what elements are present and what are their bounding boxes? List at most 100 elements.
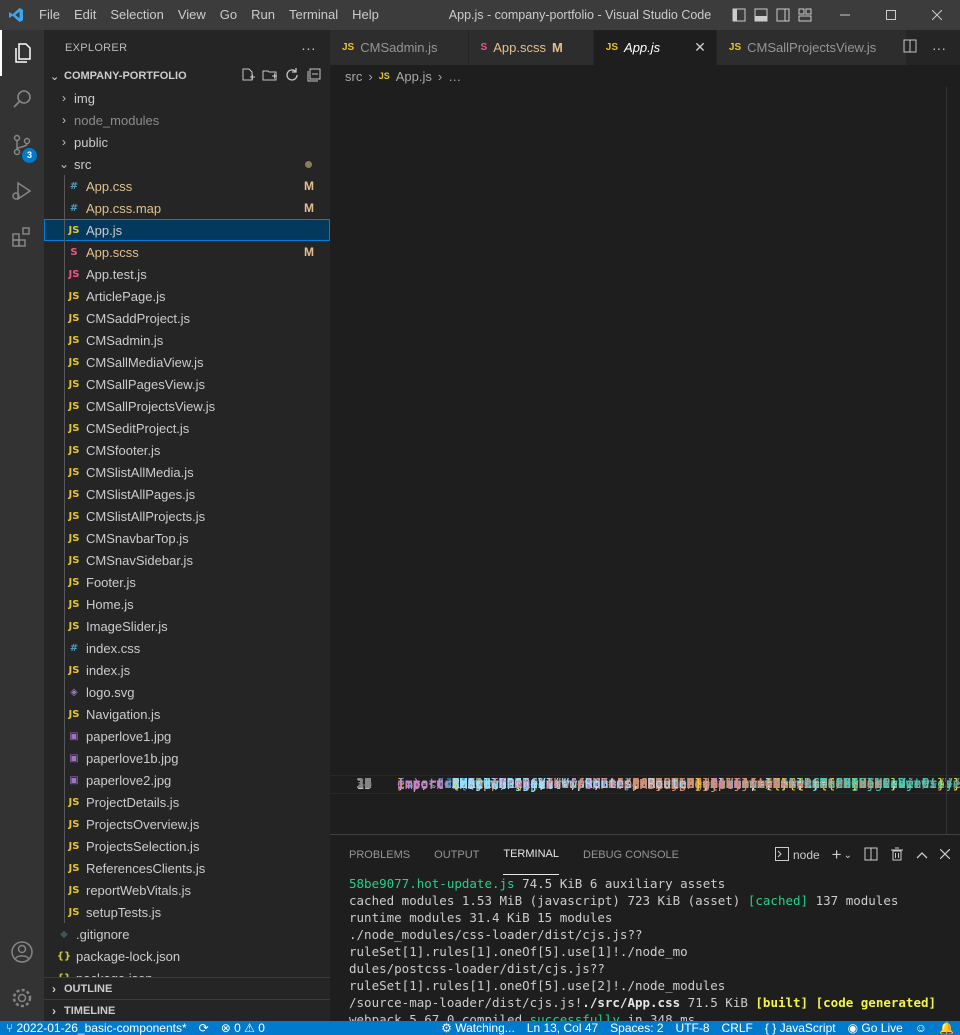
panel-tab-problems[interactable]: PROBLEMS xyxy=(349,835,410,875)
close-window-icon[interactable] xyxy=(914,0,960,30)
breadcrumb-more[interactable]: … xyxy=(448,69,461,84)
file-item[interactable]: JS CMSlistAllProjects.js xyxy=(44,505,330,527)
file-item[interactable]: JS CMSeditProject.js xyxy=(44,417,330,439)
file-item[interactable]: JS CMSallProjectsView.js xyxy=(44,395,330,417)
go-live-button[interactable]: ◉ Go Live xyxy=(842,1021,909,1035)
search-icon[interactable] xyxy=(0,76,44,122)
folder-item[interactable]: › node_modules xyxy=(44,109,330,131)
folder-item[interactable]: › img xyxy=(44,87,330,109)
file-item[interactable]: JS App.test.js xyxy=(44,263,330,285)
menu-item-edit[interactable]: Edit xyxy=(67,0,103,30)
file-item[interactable]: # index.css xyxy=(44,637,330,659)
tab-app-js[interactable]: JS App.js ✕ xyxy=(593,30,717,65)
file-item[interactable]: JS CMSlistAllPages.js xyxy=(44,483,330,505)
file-item[interactable]: # App.css.map M xyxy=(44,197,330,219)
file-item[interactable]: JS Navigation.js xyxy=(44,703,330,725)
line-ending[interactable]: CRLF xyxy=(716,1021,759,1035)
file-item[interactable]: ◈ logo.svg xyxy=(44,681,330,703)
breadcrumb-folder[interactable]: src xyxy=(345,69,362,84)
folder-item[interactable]: › public xyxy=(44,131,330,153)
menu-item-view[interactable]: View xyxy=(171,0,213,30)
close-panel-icon[interactable] xyxy=(939,848,951,862)
panel-tab-debug-console[interactable]: DEBUG CONSOLE xyxy=(583,835,679,875)
extensions-icon[interactable] xyxy=(0,214,44,260)
trash-icon[interactable] xyxy=(890,847,904,864)
terminal-output[interactable]: 58be9077.hot-update.js 74.5 KiB 6 auxili… xyxy=(330,875,960,1035)
folder-item[interactable]: ⌄ src xyxy=(44,153,330,175)
new-terminal-icon[interactable]: + xyxy=(832,845,842,865)
file-item[interactable]: JS Footer.js xyxy=(44,571,330,593)
accounts-icon[interactable] xyxy=(0,929,44,975)
outline-section[interactable]: › OUTLINE xyxy=(44,977,330,999)
editor-scrollbar[interactable] xyxy=(946,87,960,834)
watching-status[interactable]: ⚙ Watching... xyxy=(435,1021,521,1035)
menu-item-terminal[interactable]: Terminal xyxy=(282,0,345,30)
file-item[interactable]: JS CMSallPagesView.js xyxy=(44,373,330,395)
toggle-sidebar-icon[interactable] xyxy=(728,0,750,30)
file-item[interactable]: JS ProjectDetails.js xyxy=(44,791,330,813)
file-item[interactable]: JS ArticlePage.js xyxy=(44,285,330,307)
panel-tab-terminal[interactable]: TERMINAL xyxy=(503,835,559,875)
split-editor-icon[interactable] xyxy=(902,38,918,57)
file-item[interactable]: # App.css M xyxy=(44,175,330,197)
file-item[interactable]: {} package-lock.json xyxy=(44,945,330,967)
refresh-icon[interactable] xyxy=(284,67,300,86)
menu-item-file[interactable]: File xyxy=(32,0,67,30)
file-item[interactable]: JS Home.js xyxy=(44,593,330,615)
cursor-position[interactable]: Ln 13, Col 47 xyxy=(521,1021,604,1035)
file-item[interactable]: JS ReferencesClients.js xyxy=(44,857,330,879)
run-debug-icon[interactable] xyxy=(0,168,44,214)
minimize-icon[interactable] xyxy=(822,0,868,30)
project-header[interactable]: ⌄ COMPANY-PORTFOLIO xyxy=(44,65,330,87)
file-item[interactable]: JS ProjectsSelection.js xyxy=(44,835,330,857)
timeline-section[interactable]: › TIMELINE xyxy=(44,999,330,1021)
maximize-icon[interactable] xyxy=(868,0,914,30)
file-item[interactable]: ▣ paperlove1b.jpg xyxy=(44,747,330,769)
file-item[interactable]: JS CMSaddProject.js xyxy=(44,307,330,329)
file-item[interactable]: JS ProjectsOverview.js xyxy=(44,813,330,835)
new-folder-icon[interactable] xyxy=(262,67,278,86)
split-terminal-icon[interactable] xyxy=(864,847,878,864)
file-item[interactable]: JS CMSnavSidebar.js xyxy=(44,549,330,571)
maximize-panel-icon[interactable] xyxy=(916,848,928,862)
file-item[interactable]: ◆ .gitignore xyxy=(44,923,330,945)
menu-item-help[interactable]: Help xyxy=(345,0,386,30)
file-item[interactable]: JS ImageSlider.js xyxy=(44,615,330,637)
tab-cmsallprojectsview-js[interactable]: JS CMSallProjectsView.js xyxy=(716,30,908,65)
tab-cmsadmin-js[interactable]: JS CMSadmin.js xyxy=(330,30,469,65)
more-actions-icon[interactable]: ··· xyxy=(301,40,316,56)
menu-item-selection[interactable]: Selection xyxy=(103,0,170,30)
feedback-icon[interactable]: ☺ xyxy=(909,1021,933,1035)
code-line[interactable]: 1 import React from 'react'; xyxy=(330,775,960,794)
problems-count[interactable]: ⊗ 0 ⚠ 0 xyxy=(215,1021,271,1035)
breadcrumb-file[interactable]: App.js xyxy=(396,69,432,84)
indentation[interactable]: Spaces: 2 xyxy=(604,1021,669,1035)
notifications-icon[interactable]: 🔔 xyxy=(933,1021,960,1035)
file-item[interactable]: JS CMSallMediaView.js xyxy=(44,351,330,373)
menu-item-run[interactable]: Run xyxy=(244,0,282,30)
sync-icon[interactable]: ⟳ xyxy=(193,1021,215,1035)
file-item[interactable]: ▣ paperlove2.jpg xyxy=(44,769,330,791)
close-tab-icon[interactable]: ✕ xyxy=(694,39,706,56)
code-editor[interactable]: 37 export default App; 36 35} 34 ); 33 </div>… xyxy=(330,87,960,834)
file-item[interactable]: JS index.js xyxy=(44,659,330,681)
editor-more-actions-icon[interactable]: ··· xyxy=(932,40,946,56)
file-item[interactable]: JS CMSfooter.js xyxy=(44,439,330,461)
panel-tab-output[interactable]: OUTPUT xyxy=(434,835,479,875)
tab-app-scss[interactable]: S App.scss M xyxy=(468,30,594,65)
language-mode[interactable]: { } JavaScript xyxy=(759,1021,842,1035)
customize-layout-icon[interactable] xyxy=(794,0,816,30)
file-item[interactable]: JS reportWebVitals.js xyxy=(44,879,330,901)
file-item[interactable]: JS setupTests.js xyxy=(44,901,330,923)
encoding[interactable]: UTF-8 xyxy=(670,1021,716,1035)
source-control-icon[interactable]: 3 xyxy=(0,122,44,168)
explorer-icon[interactable] xyxy=(0,30,44,76)
chevron-down-icon[interactable]: ⌄ xyxy=(844,850,852,861)
terminal-name[interactable]: node xyxy=(793,848,820,862)
file-item[interactable]: JS App.js xyxy=(44,219,330,241)
git-branch[interactable]: ⑂ 2022-01-26_basic-components* xyxy=(0,1021,193,1035)
file-item[interactable]: JS CMSlistAllMedia.js xyxy=(44,461,330,483)
file-item[interactable]: JS CMSnavbarTop.js xyxy=(44,527,330,549)
new-file-icon[interactable] xyxy=(240,67,256,86)
toggle-secondary-sidebar-icon[interactable] xyxy=(772,0,794,30)
